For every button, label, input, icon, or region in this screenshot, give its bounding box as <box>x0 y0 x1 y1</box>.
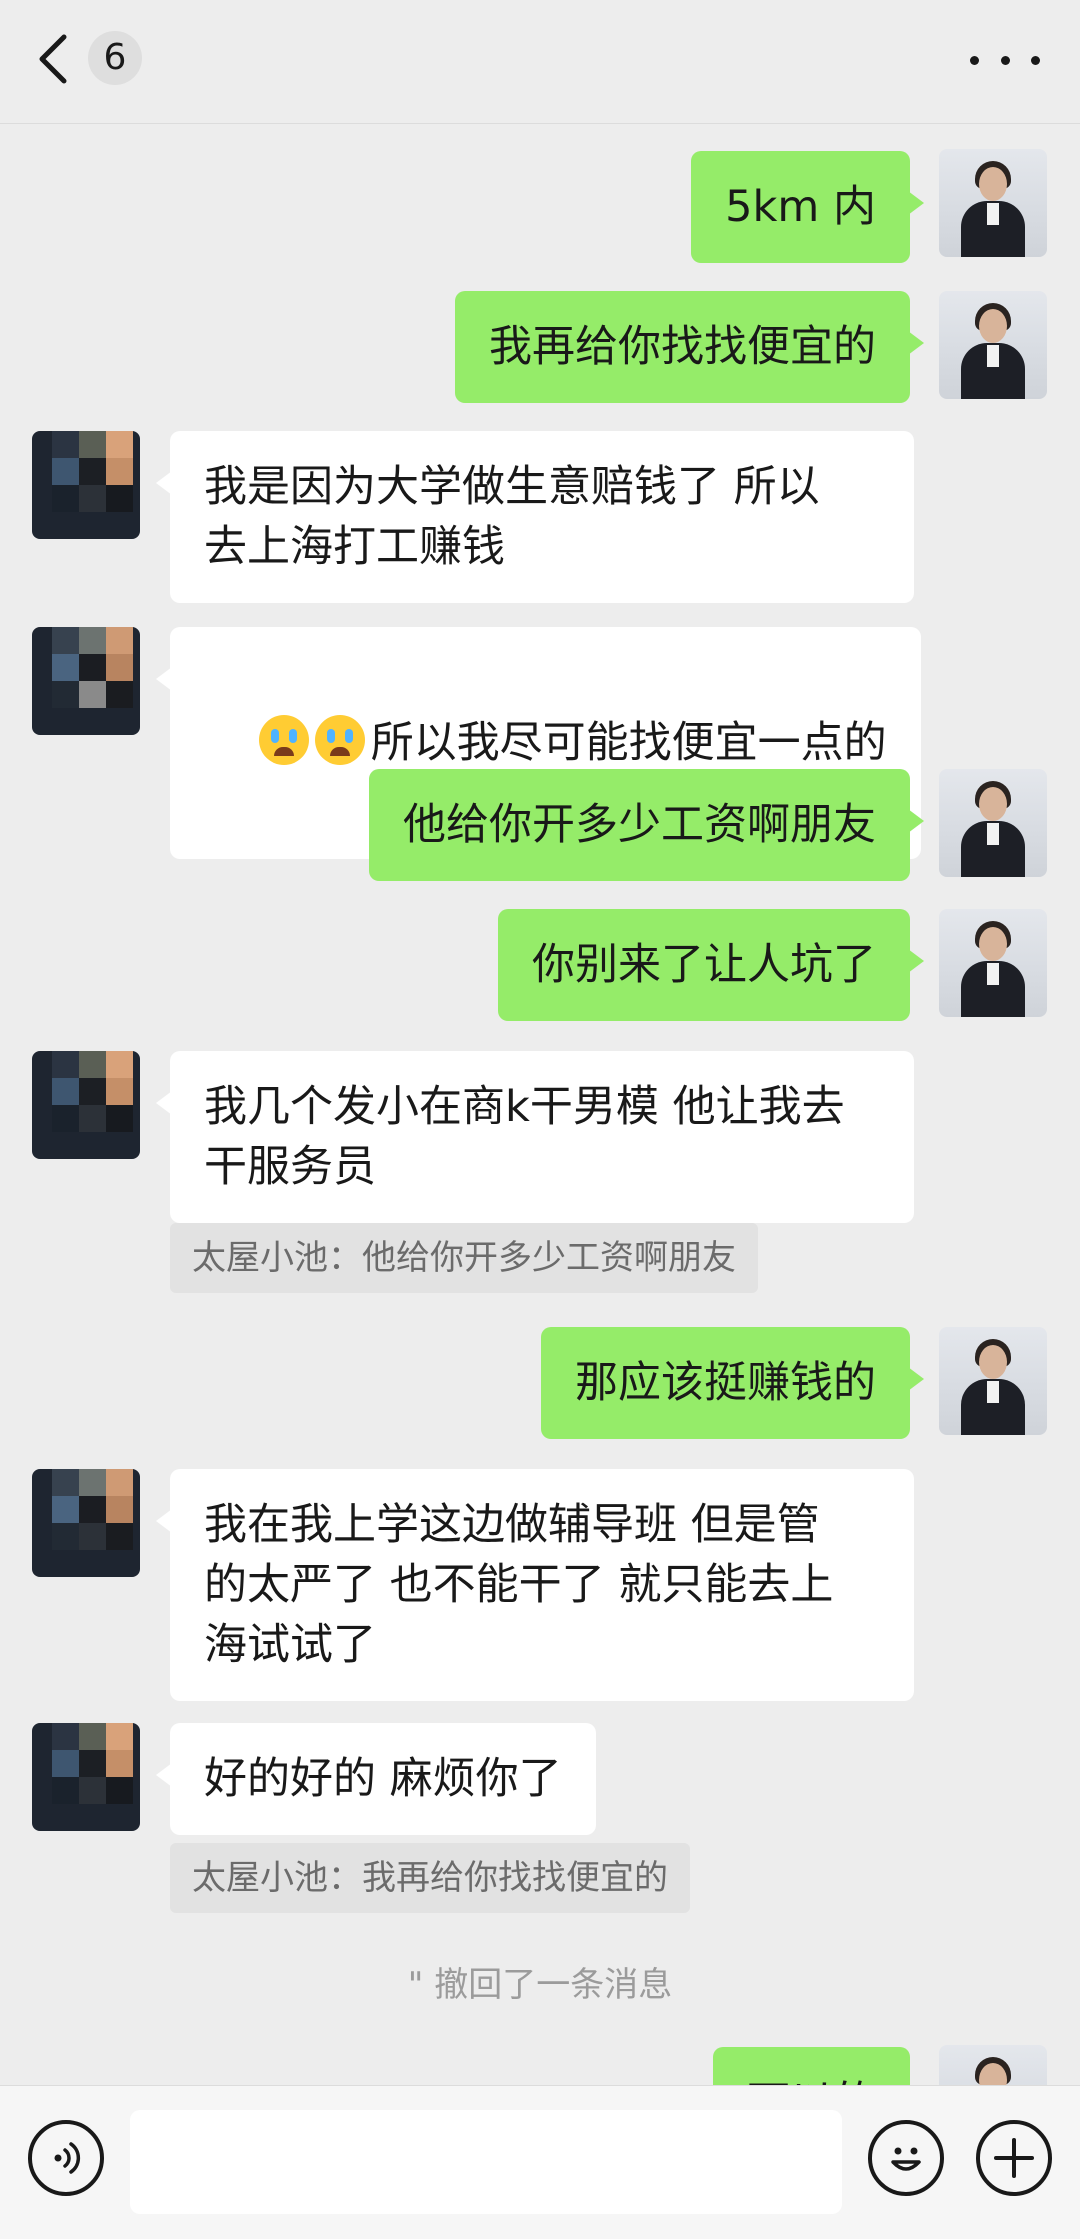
voice-icon <box>54 2142 81 2174</box>
my-avatar[interactable] <box>939 149 1047 257</box>
contact-avatar[interactable] <box>32 627 140 735</box>
message-bubble-received[interactable]: 好的好的 麻烦你了 <box>156 1723 596 1835</box>
my-avatar[interactable] <box>939 2045 1047 2085</box>
crying-face-icon <box>314 715 365 765</box>
my-avatar[interactable] <box>939 769 1047 877</box>
unread-count-badge: 6 <box>88 31 142 85</box>
more-dot-icon <box>1000 55 1010 65</box>
recall-notice: " 撤回了一条消息 <box>407 1965 673 2005</box>
smile-icon <box>891 2147 921 2171</box>
contact-avatar[interactable] <box>32 1469 140 1577</box>
message-bubble-received[interactable]: 我几个发小在商k干男模 他让我去 干服务员 <box>156 1051 914 1223</box>
voice-input-button[interactable] <box>28 2120 104 2196</box>
message-bubble-sent[interactable]: 5km 内 <box>691 151 924 263</box>
quoted-reply[interactable]: 太屋小池：他给你开多少工资啊朋友 <box>170 1223 758 1293</box>
crying-face-icon <box>258 715 309 765</box>
contact-avatar[interactable] <box>32 1051 140 1159</box>
input-toolbar <box>0 2085 1080 2239</box>
more-options-button[interactable] <box>970 40 1040 80</box>
message-list[interactable]: 5km 内 我再给你找找便宜的 我是因为大学做生意赔钱了 所以 去上海打工赚钱 … <box>0 125 1080 2085</box>
contact-avatar[interactable] <box>32 431 140 539</box>
message-bubble-sent[interactable]: 我再给你找找便宜的 <box>455 291 924 403</box>
more-dot-icon <box>1031 55 1040 65</box>
more-functions-button[interactable] <box>976 2120 1052 2196</box>
quoted-reply[interactable]: 太屋小池：我再给你找找便宜的 <box>170 1843 690 1913</box>
more-dot-icon <box>970 55 979 65</box>
emoji-button[interactable] <box>868 2120 944 2196</box>
message-bubble-sent[interactable]: 你别来了让人坑了 <box>498 909 924 1021</box>
message-text: 所以我尽可能找便宜一点的 <box>370 718 887 768</box>
message-bubble-sent[interactable]: 那应该挺赚钱的 <box>541 1327 924 1439</box>
my-avatar[interactable] <box>939 291 1047 399</box>
message-bubble-received[interactable]: 我在我上学这边做辅导班 但是管 的太严了 也不能干了 就只能去上 海试试了 <box>156 1469 914 1701</box>
message-bubble-sent[interactable]: 可以的 <box>713 2047 910 2085</box>
plus-icon <box>994 2138 1034 2178</box>
chat-header: 6 <box>0 0 1080 124</box>
my-avatar[interactable] <box>939 1327 1047 1435</box>
message-bubble-received[interactable]: 我是因为大学做生意赔钱了 所以 去上海打工赚钱 <box>156 431 914 603</box>
my-avatar[interactable] <box>939 909 1047 1017</box>
message-bubble-sent[interactable]: 他给你开多少工资啊朋友 <box>369 769 924 881</box>
contact-avatar[interactable] <box>32 1723 140 1831</box>
message-input[interactable] <box>130 2110 842 2214</box>
chevron-left-icon <box>39 34 67 84</box>
